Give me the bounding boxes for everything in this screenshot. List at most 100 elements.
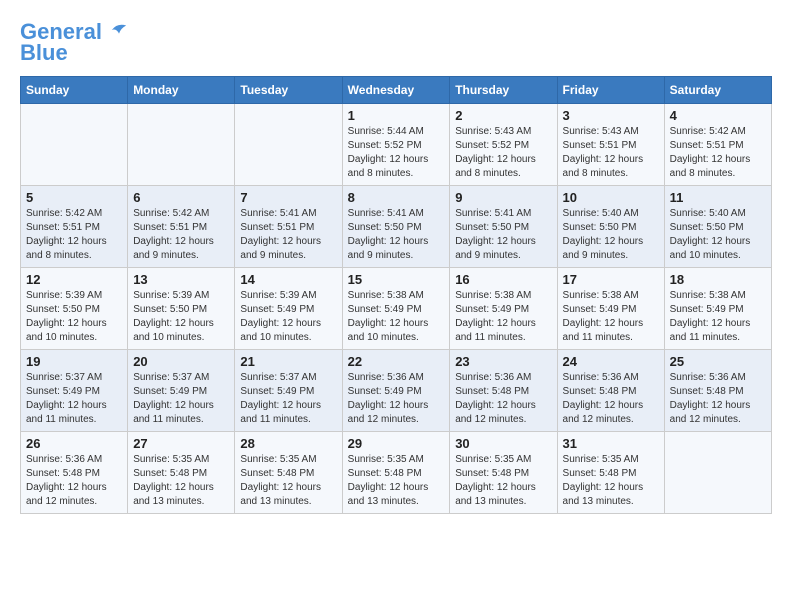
- day-info: Sunrise: 5:42 AM Sunset: 5:51 PM Dayligh…: [26, 207, 122, 263]
- day-number: 26: [26, 436, 122, 451]
- day-cell: 18Sunrise: 5:38 AM Sunset: 5:49 PM Dayli…: [664, 268, 771, 350]
- day-info: Sunrise: 5:43 AM Sunset: 5:52 PM Dayligh…: [455, 125, 551, 181]
- day-cell: 3 Sunrise: 5:43 AM Sunset: 5:51 PM Daylig…: [557, 104, 664, 186]
- day-info: Sunrise: 5:39 AM Sunset: 5:50 PM Dayligh…: [26, 289, 122, 345]
- day-cell: 5 Sunrise: 5:42 AM Sunset: 5:51 PM Daylig…: [21, 186, 128, 268]
- day-cell: 24 Sunrise: 5:36 AM Sunset: 5:48 PM Dayli…: [557, 350, 664, 432]
- day-cell: 2 Sunrise: 5:43 AM Sunset: 5:52 PM Daylig…: [450, 104, 557, 186]
- day-cell: 29 Sunrise: 5:35 AM Sunset: 5:48 PM Dayli…: [342, 432, 450, 514]
- logo: General Blue: [20, 20, 128, 66]
- day-cell: 14 Sunrise: 5:39 AM Sunset: 5:49 PM Dayli…: [235, 268, 342, 350]
- day-cell: 20 Sunrise: 5:37 AM Sunset: 5:49 PM Dayli…: [128, 350, 235, 432]
- logo-bird-icon: [110, 21, 128, 39]
- day-number: 11: [670, 190, 766, 205]
- day-info: Sunrise: 5:37 AM Sunset: 5:49 PM Dayligh…: [240, 371, 336, 427]
- day-info: Sunrise: 5:36 AM Sunset: 5:48 PM Dayligh…: [670, 371, 766, 427]
- day-cell: 28 Sunrise: 5:35 AM Sunset: 5:48 PM Dayli…: [235, 432, 342, 514]
- day-info: Sunrise: 5:36 AM Sunset: 5:49 PM Dayligh…: [348, 371, 445, 427]
- day-number: 27: [133, 436, 229, 451]
- day-info: Sunrise: 5:35 AM Sunset: 5:48 PM Dayligh…: [455, 453, 551, 509]
- day-cell: 4 Sunrise: 5:42 AM Sunset: 5:51 PM Daylig…: [664, 104, 771, 186]
- header-monday: Monday: [128, 77, 235, 104]
- day-number: 12: [26, 272, 122, 287]
- day-cell: 9 Sunrise: 5:41 AM Sunset: 5:50 PM Daylig…: [450, 186, 557, 268]
- day-number: 14: [240, 272, 336, 287]
- day-cell: 26 Sunrise: 5:36 AM Sunset: 5:48 PM Dayli…: [21, 432, 128, 514]
- day-info: Sunrise: 5:35 AM Sunset: 5:48 PM Dayligh…: [563, 453, 659, 509]
- day-cell: 15 Sunrise: 5:38 AM Sunset: 5:49 PM Dayli…: [342, 268, 450, 350]
- day-info: Sunrise: 5:36 AM Sunset: 5:48 PM Dayligh…: [26, 453, 122, 509]
- day-number: 23: [455, 354, 551, 369]
- header-friday: Friday: [557, 77, 664, 104]
- day-number: 18: [670, 272, 766, 287]
- header-sunday: Sunday: [21, 77, 128, 104]
- day-info: Sunrise: 5:36 AM Sunset: 5:48 PM Dayligh…: [563, 371, 659, 427]
- day-number: 29: [348, 436, 445, 451]
- day-number: 24: [563, 354, 659, 369]
- day-cell: 17Sunrise: 5:38 AM Sunset: 5:49 PM Dayli…: [557, 268, 664, 350]
- day-cell: 8 Sunrise: 5:41 AM Sunset: 5:50 PM Daylig…: [342, 186, 450, 268]
- day-cell: 21Sunrise: 5:37 AM Sunset: 5:49 PM Dayli…: [235, 350, 342, 432]
- day-number: 15: [348, 272, 445, 287]
- week-row-4: 19 Sunrise: 5:37 AM Sunset: 5:49 PM Dayli…: [21, 350, 772, 432]
- day-number: 7: [240, 190, 336, 205]
- day-info: Sunrise: 5:40 AM Sunset: 5:50 PM Dayligh…: [670, 207, 766, 263]
- week-row-5: 26 Sunrise: 5:36 AM Sunset: 5:48 PM Dayli…: [21, 432, 772, 514]
- day-cell: 19 Sunrise: 5:37 AM Sunset: 5:49 PM Dayli…: [21, 350, 128, 432]
- day-number: 13: [133, 272, 229, 287]
- day-number: 20: [133, 354, 229, 369]
- day-cell: 13 Sunrise: 5:39 AM Sunset: 5:50 PM Dayli…: [128, 268, 235, 350]
- day-cell: [235, 104, 342, 186]
- day-number: 10: [563, 190, 659, 205]
- day-cell: 16Sunrise: 5:38 AM Sunset: 5:49 PM Dayli…: [450, 268, 557, 350]
- day-cell: [664, 432, 771, 514]
- day-cell: 12 Sunrise: 5:39 AM Sunset: 5:50 PM Dayli…: [21, 268, 128, 350]
- week-row-1: 1Sunrise: 5:44 AM Sunset: 5:52 PM Daylig…: [21, 104, 772, 186]
- week-row-3: 12 Sunrise: 5:39 AM Sunset: 5:50 PM Dayli…: [21, 268, 772, 350]
- day-cell: 7 Sunrise: 5:41 AM Sunset: 5:51 PM Daylig…: [235, 186, 342, 268]
- day-info: Sunrise: 5:35 AM Sunset: 5:48 PM Dayligh…: [240, 453, 336, 509]
- day-number: 28: [240, 436, 336, 451]
- day-cell: 25 Sunrise: 5:36 AM Sunset: 5:48 PM Dayli…: [664, 350, 771, 432]
- day-cell: [128, 104, 235, 186]
- day-cell: 23Sunrise: 5:36 AM Sunset: 5:48 PM Dayli…: [450, 350, 557, 432]
- day-number: 22: [348, 354, 445, 369]
- day-number: 4: [670, 108, 766, 123]
- header-tuesday: Tuesday: [235, 77, 342, 104]
- day-info: Sunrise: 5:41 AM Sunset: 5:50 PM Dayligh…: [348, 207, 445, 263]
- day-info: Sunrise: 5:42 AM Sunset: 5:51 PM Dayligh…: [670, 125, 766, 181]
- header-wednesday: Wednesday: [342, 77, 450, 104]
- day-info: Sunrise: 5:43 AM Sunset: 5:51 PM Dayligh…: [563, 125, 659, 181]
- day-cell: 1Sunrise: 5:44 AM Sunset: 5:52 PM Daylig…: [342, 104, 450, 186]
- day-cell: 31 Sunrise: 5:35 AM Sunset: 5:48 PM Dayli…: [557, 432, 664, 514]
- header-saturday: Saturday: [664, 77, 771, 104]
- day-info: Sunrise: 5:37 AM Sunset: 5:49 PM Dayligh…: [26, 371, 122, 427]
- day-info: Sunrise: 5:37 AM Sunset: 5:49 PM Dayligh…: [133, 371, 229, 427]
- day-number: 25: [670, 354, 766, 369]
- day-info: Sunrise: 5:42 AM Sunset: 5:51 PM Dayligh…: [133, 207, 229, 263]
- header-thursday: Thursday: [450, 77, 557, 104]
- day-cell: 10 Sunrise: 5:40 AM Sunset: 5:50 PM Dayli…: [557, 186, 664, 268]
- day-info: Sunrise: 5:39 AM Sunset: 5:50 PM Dayligh…: [133, 289, 229, 345]
- day-number: 9: [455, 190, 551, 205]
- calendar-table: SundayMondayTuesdayWednesdayThursdayFrid…: [20, 76, 772, 514]
- day-info: Sunrise: 5:41 AM Sunset: 5:51 PM Dayligh…: [240, 207, 336, 263]
- day-number: 31: [563, 436, 659, 451]
- day-number: 8: [348, 190, 445, 205]
- week-row-2: 5 Sunrise: 5:42 AM Sunset: 5:51 PM Daylig…: [21, 186, 772, 268]
- day-info: Sunrise: 5:39 AM Sunset: 5:49 PM Dayligh…: [240, 289, 336, 345]
- day-number: 19: [26, 354, 122, 369]
- day-cell: 30Sunrise: 5:35 AM Sunset: 5:48 PM Dayli…: [450, 432, 557, 514]
- day-number: 5: [26, 190, 122, 205]
- calendar-header-row: SundayMondayTuesdayWednesdayThursdayFrid…: [21, 77, 772, 104]
- day-info: Sunrise: 5:38 AM Sunset: 5:49 PM Dayligh…: [348, 289, 445, 345]
- day-info: Sunrise: 5:38 AM Sunset: 5:49 PM Dayligh…: [563, 289, 659, 345]
- day-info: Sunrise: 5:40 AM Sunset: 5:50 PM Dayligh…: [563, 207, 659, 263]
- day-number: 1: [348, 108, 445, 123]
- day-info: Sunrise: 5:35 AM Sunset: 5:48 PM Dayligh…: [348, 453, 445, 509]
- day-info: Sunrise: 5:35 AM Sunset: 5:48 PM Dayligh…: [133, 453, 229, 509]
- day-cell: 11 Sunrise: 5:40 AM Sunset: 5:50 PM Dayli…: [664, 186, 771, 268]
- day-number: 3: [563, 108, 659, 123]
- day-info: Sunrise: 5:41 AM Sunset: 5:50 PM Dayligh…: [455, 207, 551, 263]
- day-number: 2: [455, 108, 551, 123]
